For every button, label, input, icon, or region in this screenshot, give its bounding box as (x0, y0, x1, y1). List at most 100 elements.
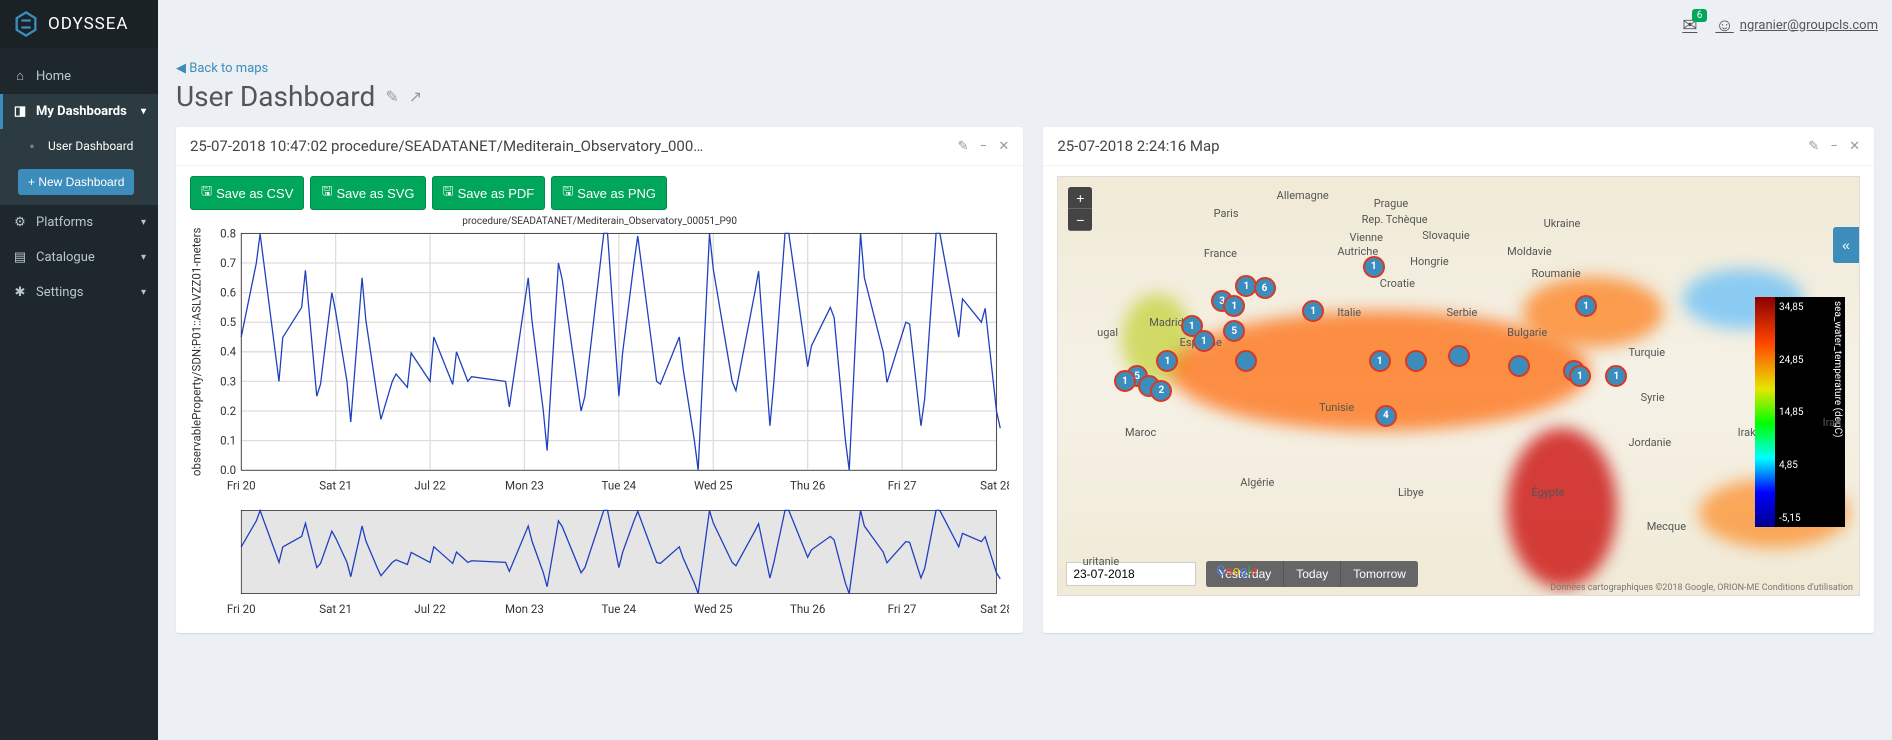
today-button[interactable]: Today (1284, 561, 1341, 587)
map-marker[interactable]: 1 (1569, 365, 1591, 387)
svg-text:Wed 25: Wed 25 (694, 478, 733, 492)
user-email: ngranier@groupcls.com (1740, 18, 1878, 33)
overview-chart[interactable]: Fri 20Sat 21Jul 22Mon 23Tue 24Wed 25Thu … (190, 504, 1009, 619)
svg-text:Tue 24: Tue 24 (602, 478, 637, 492)
dashboard-icon: ◨ (12, 104, 28, 119)
floppy-icon: 🖫 (562, 182, 573, 204)
legend-tick: 24,85 (1779, 355, 1803, 366)
chart-panel: 25-07-2018 10:47:02 procedure/SEADATANET… (176, 127, 1023, 633)
svg-text:Jul 22: Jul 22 (414, 478, 446, 492)
sidebar-item-dashboards[interactable]: ◨My Dashboards▾ (0, 94, 158, 129)
panel-edit-icon[interactable]: ✎ (1808, 139, 1819, 154)
panel-collapse-icon[interactable]: − (1830, 139, 1837, 154)
map-panel-title: 25-07-2018 2:24:16 Map (1057, 137, 1800, 155)
edit-icon[interactable]: ✎ (385, 87, 398, 106)
map-marker[interactable]: 1 (1156, 350, 1178, 372)
chevron-down-icon: ▾ (141, 287, 146, 298)
book-icon: ▤ (12, 250, 28, 265)
svg-text:Jul 22: Jul 22 (414, 602, 446, 616)
map-panel: 25-07-2018 2:24:16 Map ✎ − ✕ (1043, 127, 1874, 633)
chart-panel-title: 25-07-2018 10:47:02 procedure/SEADATANET… (190, 137, 950, 155)
chevron-down-icon: ▾ (141, 106, 146, 117)
sidebar-item-catalogue[interactable]: ▤Catalogue▾ (0, 240, 158, 275)
new-dashboard-button[interactable]: + New Dashboard (18, 169, 134, 195)
map-marker[interactable]: 5 (1223, 320, 1245, 342)
plus-icon: + (28, 175, 38, 189)
zoom-out-button[interactable]: − (1068, 209, 1092, 231)
sidebar-subitem-user-dashboard[interactable]: ◦User Dashboard (0, 129, 158, 163)
save-svg-button[interactable]: 🖫Save as SVG (310, 176, 425, 210)
sidebar-collapse-button[interactable]: « (1833, 227, 1859, 263)
mail-button[interactable]: ✉ 6 (1682, 15, 1697, 36)
panel-close-icon[interactable]: ✕ (998, 139, 1009, 154)
svg-text:0.0: 0.0 (220, 463, 236, 477)
sidebar-item-platforms[interactable]: ⚙Platforms▾ (0, 205, 158, 240)
arrow-left-icon: ◀ (176, 61, 189, 76)
svg-text:Sat 28: Sat 28 (980, 478, 1009, 492)
map-marker[interactable] (1235, 350, 1257, 372)
home-icon: ⌂ (12, 68, 28, 84)
map-marker[interactable]: 6 (1254, 277, 1276, 299)
mail-badge: 6 (1692, 9, 1708, 22)
user-icon: ☺ (1715, 15, 1733, 36)
floppy-icon: 🖫 (201, 182, 212, 204)
map-marker[interactable] (1508, 355, 1530, 377)
svg-text:0.6: 0.6 (220, 285, 236, 299)
user-menu[interactable]: ☺ ngranier@groupcls.com (1715, 15, 1878, 36)
map-marker[interactable] (1448, 345, 1470, 367)
sidebar-item-settings[interactable]: ✱Settings▾ (0, 275, 158, 310)
svg-text:Sat 28: Sat 28 (980, 602, 1009, 616)
svg-text:0.4: 0.4 (220, 345, 237, 359)
back-to-maps-link[interactable]: ◀ Back to maps (176, 61, 268, 76)
save-pdf-button[interactable]: 🖫Save as PDF (432, 176, 546, 210)
svg-text:Thu 26: Thu 26 (790, 478, 825, 492)
map-marker[interactable]: 1 (1223, 295, 1245, 317)
tomorrow-button[interactable]: Tomorrow (1341, 561, 1418, 587)
map-marker[interactable]: 1 (1363, 256, 1385, 278)
svg-text:observableProperty/SDN:P01::AS: observableProperty/SDN:P01::ASLVZZ01-met… (190, 228, 203, 477)
svg-text:0.7: 0.7 (220, 256, 236, 270)
chevron-down-icon: ▾ (141, 252, 146, 263)
share-icon[interactable]: ↗ (409, 87, 422, 106)
svg-text:0.8: 0.8 (220, 227, 236, 240)
svg-text:Fri 27: Fri 27 (888, 602, 917, 616)
map-marker[interactable]: 1 (1575, 295, 1597, 317)
chevron-down-icon: ▾ (141, 217, 146, 228)
panel-edit-icon[interactable]: ✎ (958, 139, 969, 154)
map-marker[interactable]: 1 (1605, 365, 1627, 387)
svg-text:Tue 24: Tue 24 (602, 602, 637, 616)
map-marker[interactable] (1405, 350, 1427, 372)
panel-close-icon[interactable]: ✕ (1849, 139, 1860, 154)
sidebar-item-home[interactable]: ⌂Home (0, 58, 158, 94)
brand-logo[interactable]: ODYSSEA (0, 0, 158, 48)
gears-icon: ⚙ (12, 215, 28, 230)
topbar: ✉ 6 ☺ ngranier@groupcls.com (158, 0, 1892, 50)
map-marker[interactable]: 1 (1193, 330, 1215, 352)
save-png-button[interactable]: 🖫Save as PNG (551, 176, 667, 210)
chart-title: procedure/SEADATANET/Mediterain_Observat… (190, 216, 1009, 227)
map-date-input[interactable] (1066, 562, 1196, 586)
cog-icon: ✱ (12, 285, 28, 300)
map-marker[interactable]: 2 (1150, 380, 1172, 402)
svg-text:Fri 27: Fri 27 (888, 478, 917, 492)
legend-tick: -5,15 (1779, 513, 1801, 524)
map-marker[interactable]: 4 (1375, 405, 1397, 427)
legend-tick: 34,85 (1779, 302, 1803, 313)
map[interactable]: + − « 34,8524,8514,854,85-5,15 sea_water… (1057, 176, 1860, 596)
svg-text:Sat 21: Sat 21 (319, 602, 352, 616)
map-marker[interactable]: 1 (1302, 300, 1324, 322)
svg-text:Fri 20: Fri 20 (227, 602, 256, 616)
save-csv-button[interactable]: 🖫Save as CSV (190, 176, 304, 210)
legend-label: sea_water_temperature (degC) (1830, 297, 1845, 527)
main-chart[interactable]: 0.00.10.20.30.40.50.60.70.8observablePro… (190, 227, 1009, 496)
zoom-in-button[interactable]: + (1068, 187, 1092, 209)
svg-text:0.1: 0.1 (220, 433, 236, 447)
svg-text:Wed 25: Wed 25 (694, 602, 733, 616)
map-credit: Données cartographiques ©2018 Google, OR… (1550, 583, 1853, 593)
floppy-icon: 🖫 (443, 182, 454, 204)
map-marker[interactable]: 1 (1369, 350, 1391, 372)
map-marker[interactable]: 1 (1114, 370, 1136, 392)
panel-collapse-icon[interactable]: − (980, 139, 987, 154)
brand-text: ODYSSEA (48, 14, 129, 34)
svg-text:0.2: 0.2 (220, 404, 237, 418)
